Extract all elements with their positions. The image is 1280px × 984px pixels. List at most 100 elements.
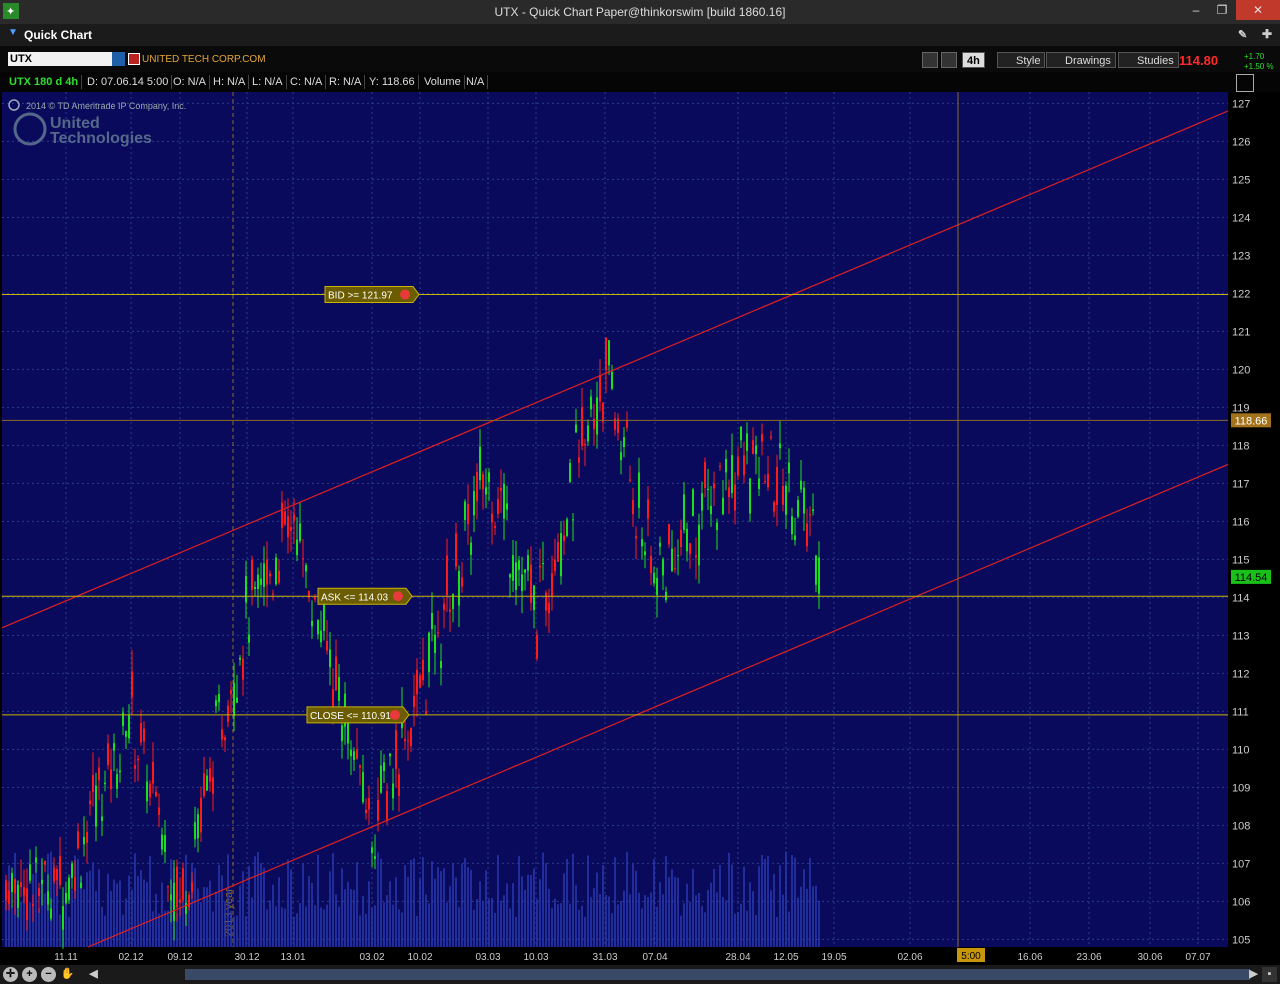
- flag-icon[interactable]: [128, 53, 140, 65]
- zoom-out-icon[interactable]: −: [41, 967, 56, 982]
- close-icon[interactable]: ✕: [1236, 0, 1280, 20]
- candle-body: [389, 753, 391, 757]
- alert-remove-icon[interactable]: [393, 591, 403, 602]
- y-tick-label: 107: [1232, 858, 1250, 870]
- volume-bar: [809, 857, 811, 947]
- candle-body: [698, 524, 700, 566]
- candle-body: [395, 730, 397, 769]
- candle-body: [77, 831, 79, 849]
- pin-icon[interactable]: ✎: [1238, 28, 1247, 41]
- volume-bar: [302, 864, 304, 947]
- wrench-icon[interactable]: [941, 52, 957, 68]
- candle-body: [605, 337, 607, 371]
- candle-body: [317, 619, 319, 635]
- chevron-down-icon[interactable]: ▼: [8, 27, 18, 38]
- candle-body: [371, 847, 373, 854]
- alert-remove-icon[interactable]: [390, 709, 400, 720]
- scroll-track[interactable]: [185, 969, 1250, 980]
- candle-body: [167, 885, 169, 888]
- y-tick-label: 105: [1232, 934, 1250, 946]
- candle-body: [779, 443, 781, 449]
- candle-body: [512, 555, 514, 581]
- candle-body: [44, 860, 46, 865]
- candle-body: [41, 880, 43, 885]
- style-button[interactable]: Style: [997, 52, 1046, 68]
- candle-body: [767, 473, 769, 488]
- time-scrollbar[interactable]: ✛ + − ✋ ◀ ▶ ▪: [0, 965, 1280, 984]
- volume-bar: [548, 888, 550, 947]
- drawings-button[interactable]: Drawings: [1046, 52, 1116, 68]
- candle-body: [26, 888, 28, 920]
- volume-bar: [128, 875, 130, 947]
- candle-body: [755, 445, 757, 454]
- candle-body: [623, 437, 625, 448]
- volume-bar: [263, 867, 265, 947]
- candle-body: [791, 516, 793, 535]
- scroll-right-icon[interactable]: ▶: [1246, 967, 1261, 982]
- candle-body: [143, 728, 145, 742]
- volume-bar: [776, 916, 778, 947]
- volume-bar: [401, 912, 403, 947]
- candle-body: [464, 501, 466, 520]
- volume-bar: [674, 876, 676, 947]
- volume-bar: [182, 895, 184, 947]
- y-tick-label: 127: [1232, 98, 1250, 110]
- last-price: 114.80: [1179, 53, 1219, 68]
- candle-body: [530, 564, 532, 603]
- scroll-left-icon[interactable]: ◀: [86, 967, 101, 982]
- candle-body: [140, 723, 142, 743]
- volume-bar: [488, 898, 490, 947]
- candle-body: [95, 785, 97, 827]
- volume-bar: [416, 915, 418, 947]
- volume-bar: [608, 896, 610, 947]
- symbol-input[interactable]: UTX: [8, 52, 112, 66]
- chart-mode-icon[interactable]: [1236, 74, 1254, 92]
- volume-bar: [236, 915, 238, 947]
- candle-body: [68, 877, 70, 901]
- settings-scroll-icon[interactable]: ▪: [1262, 967, 1277, 982]
- candle-body: [320, 630, 322, 643]
- candle-body: [407, 740, 409, 742]
- x-tick-label: 28.04: [725, 952, 750, 963]
- y-tick-label: 120: [1232, 364, 1250, 376]
- volume-bar: [656, 906, 658, 947]
- candle-body: [119, 770, 121, 773]
- candle-body: [695, 555, 697, 558]
- zoom-tool-icon[interactable]: [922, 52, 938, 68]
- volume-bar: [509, 908, 511, 947]
- zoom-in-icon[interactable]: +: [22, 967, 37, 982]
- candle-body: [227, 705, 229, 722]
- candle-body: [221, 729, 223, 740]
- candle-body: [101, 816, 103, 821]
- volume-bar: [794, 857, 796, 947]
- period-selector[interactable]: 4h: [962, 52, 985, 68]
- candle-body: [305, 565, 307, 572]
- symbol-dropdown-icon[interactable]: [112, 52, 125, 66]
- price-chart[interactable]: 105 106 107 108 109 110 111 112 113 114 115 116 117 1…: [0, 92, 1280, 965]
- minimize-icon[interactable]: –: [1182, 0, 1210, 20]
- candle-body: [434, 634, 436, 653]
- volume-bar: [281, 907, 283, 947]
- candle-body: [29, 864, 31, 881]
- hand-tool-icon[interactable]: ✋: [60, 967, 75, 982]
- studies-button[interactable]: Studies: [1118, 52, 1179, 68]
- candle-body: [329, 649, 331, 668]
- candle-body: [575, 424, 577, 433]
- alert-remove-icon[interactable]: [400, 289, 410, 300]
- zoom-fit-icon[interactable]: ✛: [3, 967, 18, 982]
- volume-bar: [203, 887, 205, 947]
- candle-body: [650, 555, 652, 574]
- volume-bar: [530, 874, 532, 947]
- candle-body: [653, 572, 655, 584]
- volume-bar: [620, 900, 622, 947]
- volume-bar: [710, 882, 712, 947]
- volume-bar: [440, 871, 442, 947]
- volume-bar: [257, 852, 259, 947]
- candle-body: [149, 783, 151, 798]
- settings-icon[interactable]: ✚: [1262, 27, 1272, 41]
- candle-body: [200, 797, 202, 833]
- candle-body: [545, 592, 547, 611]
- volume-bar: [482, 901, 484, 947]
- maximize-icon[interactable]: ❐: [1208, 0, 1236, 20]
- volume-bar: [494, 913, 496, 947]
